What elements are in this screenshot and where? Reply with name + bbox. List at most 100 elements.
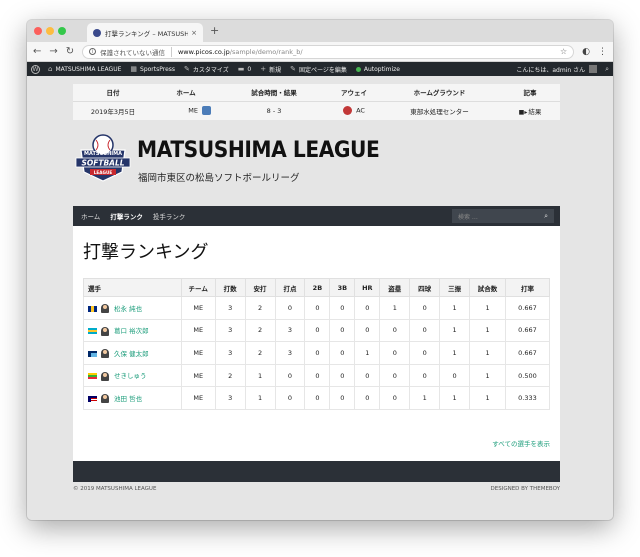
table-row: せきしゅう ME 2 1 0 0 0 0 0 0 0 1 0.500 [83,363,551,388]
stat-team: ME [180,318,216,343]
stat-ab: 2 [214,363,246,388]
player-name-link[interactable]: せきしゅう [114,372,147,380]
stat-b2: 0 [304,363,331,388]
tab-close-icon[interactable]: × [191,29,197,37]
adminbar-new[interactable]: + 新規 [260,65,281,74]
maximize-window-button[interactable] [58,27,66,35]
stat-h: 2 [244,341,276,365]
stat-bb: 0 [409,341,441,365]
browser-window: 打撃ランキング – MATSUSHIMA LEAGUE × + ← → ↻ i … [27,20,613,520]
col-team[interactable]: チーム [180,278,216,297]
col-bb[interactable]: 四球 [409,278,441,297]
stat-h: 1 [244,363,276,388]
search-icon[interactable]: ⌕ [544,212,548,221]
footer-credit[interactable]: DESIGNED BY THEMEBOY [491,486,561,492]
col-hr[interactable]: HR [354,278,381,297]
back-icon[interactable]: ← [33,46,41,57]
flag-icon [88,305,97,312]
info-icon[interactable]: i [89,48,97,55]
event-header-away: アウェイ [329,84,379,102]
forward-icon[interactable]: → [49,46,57,57]
adminbar-autoptimize[interactable]: Autoptimize [355,66,400,73]
adminbar-greeting[interactable]: こんにちは、admin さん [516,65,585,74]
player-cell: 池田 哲也 [83,386,182,410]
extension-icon[interactable]: ◐ [582,47,590,57]
event-list-table: 日付 ホーム 試合時間・結果 アウェイ ホームグラウンド 記事 2019年3月5… [73,84,560,120]
col-ab[interactable]: 打数 [214,278,246,297]
col-games[interactable]: 試合数 [469,278,506,297]
close-window-button[interactable] [34,27,42,35]
ranking-body: 松永 純也 ME 3 2 0 0 0 0 1 0 1 1 0.667 葛口 裕次郎 ME 3 2 3 0 0 0 0 0 1 1… [83,296,551,410]
col-3b[interactable]: 3B [329,278,356,297]
col-so[interactable]: 三振 [439,278,471,297]
event-header-result: 試合時間・結果 [219,84,329,102]
stat-sb: 1 [379,296,411,320]
stat-avg: 0.667 [504,318,551,343]
stat-so: 1 [439,318,471,343]
col-player[interactable]: 選手 [83,278,182,297]
stat-b3: 0 [329,318,356,343]
calendar-icon: ▦ [130,65,138,73]
view-all-players-link[interactable]: すべての選手を表示 [492,438,550,448]
site-title[interactable]: MATSUSHIMA LEAGUE [137,138,380,163]
wp-admin-bar: W ⌂ MATSUSHIMA LEAGUE ▦ SportsPress ✎ カスタマイ… [27,62,613,76]
stat-avg: 0.333 [504,386,551,410]
table-row: 葛口 裕次郎 ME 3 2 3 0 0 0 0 0 1 1 0.667 [83,318,551,343]
logo-top-text: MATSUSHIMA [84,151,122,157]
adminbar-customize[interactable]: ✎ カスタマイズ [184,65,229,74]
team-logo-icon [343,106,353,116]
col-2b[interactable]: 2B [304,278,331,297]
main-content: 打撃ランキング 選手 チーム 打数 安打 打点 2B 3B HR 盗塁 四球 三… [73,226,560,461]
stat-avg: 0.667 [504,296,551,320]
adminbar-site[interactable]: ⌂ MATSUSHIMA LEAGUE [48,65,121,73]
league-logo[interactable]: MATSUSHIMA SOFTBALL LEAGUE [73,132,133,182]
flag-icon [88,328,97,335]
stat-bb: 0 [409,318,441,343]
event-result-link[interactable]: 8 - 3 [219,101,329,120]
ranking-header-row: 選手 チーム 打数 安打 打点 2B 3B HR 盗塁 四球 三振 試合数 打率 [83,278,551,297]
player-name-link[interactable]: 葛口 裕次郎 [114,327,149,335]
nav-item-pitching-rank[interactable]: 投手ランク [153,211,186,221]
footer-bar [73,461,560,482]
browser-tab[interactable]: 打撃ランキング – MATSUSHIMA LEAGUE × [87,23,203,42]
event-date-link[interactable]: 2019年3月5日 [73,101,153,120]
col-avg[interactable]: 打率 [504,278,551,297]
stat-team: ME [180,341,216,365]
adminbar-sportspress[interactable]: ▦ SportsPress [130,65,175,73]
url-path: /sample/demo/rank_b/ [229,47,303,56]
event-header-venue: ホームグラウンド [379,84,500,102]
col-sb[interactable]: 盗塁 [379,278,411,297]
adminbar-edit-page[interactable]: ✎ 固定ページを編集 [290,65,347,74]
nav-item-batting-rank[interactable]: 打撃ランク [110,211,143,221]
stat-sb: 0 [379,363,411,388]
bookmark-star-icon[interactable]: ☆ [560,47,567,56]
stat-hr: 0 [354,363,381,388]
stat-g: 1 [469,296,506,320]
nav-item-home[interactable]: ホーム [81,211,100,221]
player-name-link[interactable]: 池田 哲也 [114,395,142,403]
event-article-link[interactable]: ■▸結果 [500,101,560,120]
stat-avg: 0.500 [504,363,551,388]
address-bar[interactable]: i 保護されていない通信 www.picos.co.jp/sample/demo… [82,44,575,59]
menu-kebab-icon[interactable]: ⋮ [598,47,607,57]
stat-ab: 3 [214,296,246,320]
stat-team: ME [180,296,216,320]
reload-icon[interactable]: ↻ [66,46,74,57]
video-icon: ■▸ [518,108,528,116]
adminbar-search-icon[interactable]: ⌕ [605,65,609,74]
event-away-cell: AC [329,101,379,120]
adminbar-comments[interactable]: ▬ 0 [238,65,251,73]
avatar[interactable] [589,65,598,73]
search-input[interactable]: 検索 … ⌕ [452,209,554,223]
minimize-window-button[interactable] [46,27,54,35]
player-name-link[interactable]: 松永 純也 [114,305,142,313]
batting-ranking-table: 選手 チーム 打数 安打 打点 2B 3B HR 盗塁 四球 三振 試合数 打率 [83,278,551,410]
stat-so: 0 [439,363,471,388]
new-tab-button[interactable]: + [210,24,219,37]
player-name-link[interactable]: 久保 健太郎 [114,350,149,358]
col-hits[interactable]: 安打 [244,278,276,297]
wordpress-logo-icon[interactable]: W [31,64,40,74]
col-rbi[interactable]: 打点 [274,278,306,297]
table-row: 池田 哲也 ME 3 1 0 0 0 0 0 1 1 1 0.333 [83,386,551,410]
plus-icon: + [260,65,267,73]
